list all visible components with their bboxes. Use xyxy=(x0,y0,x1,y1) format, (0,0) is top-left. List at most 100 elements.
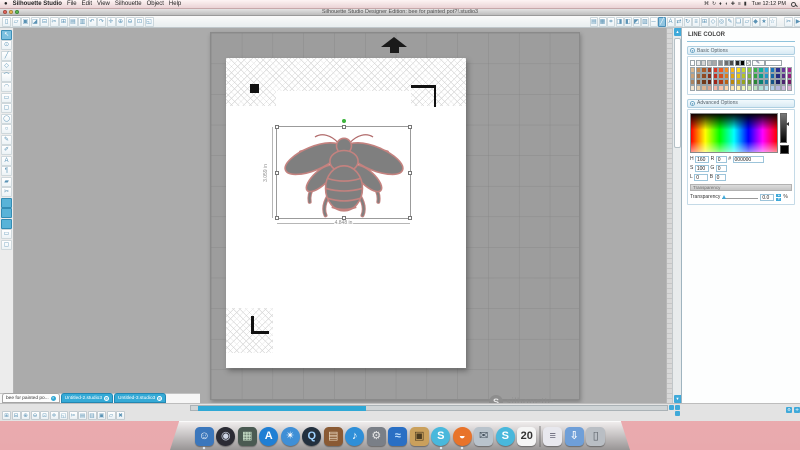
color-swatch[interactable] xyxy=(712,79,718,85)
color-swatch[interactable] xyxy=(718,79,724,85)
tool-arc[interactable]: ◠ xyxy=(1,82,12,92)
color-swatch[interactable] xyxy=(764,79,770,85)
fit-to-page-icon[interactable]: ◱ xyxy=(59,411,68,420)
color-swatch[interactable] xyxy=(758,85,764,91)
color-swatch[interactable] xyxy=(695,73,701,79)
paste-icon[interactable]: ▤ xyxy=(68,17,78,27)
color-swatch[interactable] xyxy=(690,85,696,91)
menu-item[interactable]: File xyxy=(67,0,77,9)
tool-text[interactable]: A xyxy=(1,155,12,166)
fit-to-page-icon[interactable]: ◱ xyxy=(144,17,154,27)
zoom-in-icon[interactable]: ⊕ xyxy=(116,17,125,27)
color-swatch[interactable] xyxy=(781,67,787,73)
color-swatch[interactable] xyxy=(718,67,724,73)
advanced-options-header[interactable]: ▾ Advanced Options xyxy=(687,98,795,108)
color-swatch[interactable] xyxy=(775,85,781,91)
color-swatch[interactable] xyxy=(746,73,753,79)
drag-zoom-icon[interactable]: ⊡ xyxy=(135,17,144,27)
save-icon[interactable]: ▣ xyxy=(21,17,30,27)
menu-item[interactable]: Object xyxy=(147,0,164,9)
select-all-icon[interactable]: ⊞ xyxy=(2,411,11,420)
airplay-icon[interactable]: ✚ xyxy=(731,0,735,9)
color-swatch[interactable] xyxy=(769,73,775,79)
color-swatch[interactable] xyxy=(764,73,770,79)
new-document-icon[interactable]: ▯ xyxy=(2,17,11,27)
distort-icon[interactable]: ◆ xyxy=(751,17,760,27)
photo-booth[interactable]: ▣ xyxy=(409,426,429,446)
color-swatch[interactable] xyxy=(707,85,713,91)
group-icon[interactable]: ▣ xyxy=(97,411,106,420)
color-swatch[interactable] xyxy=(764,85,770,91)
contacts[interactable]: ▤ xyxy=(323,426,343,446)
print-icon[interactable]: ⊟ xyxy=(40,17,49,27)
transform-icon[interactable]: ⇄ xyxy=(675,17,683,27)
calendar[interactable]: 20 xyxy=(517,426,537,446)
wifi-icon[interactable]: ≡ xyxy=(738,0,741,9)
transparency-slider[interactable] xyxy=(722,194,759,200)
color-swatch[interactable] xyxy=(695,85,701,91)
color-swatch[interactable] xyxy=(746,79,753,85)
tool-select[interactable]: ↖ xyxy=(1,29,12,40)
shadow-icon[interactable]: ❏ xyxy=(734,17,743,27)
selection-box[interactable]: 3.059 in 4.848 in xyxy=(263,119,412,226)
app-store[interactable]: A xyxy=(259,426,279,446)
workspace[interactable]: 3.059 in 4.848 in S silhouette xyxy=(14,28,666,403)
tool-eraser[interactable]: ▰ xyxy=(1,176,12,187)
color-swatch[interactable] xyxy=(701,73,707,79)
downloads[interactable]: ⇩ xyxy=(564,426,584,446)
cut-icon[interactable]: ✂ xyxy=(68,411,78,420)
hue-field[interactable]: 160 xyxy=(695,155,710,163)
quick-outline-1[interactable]: ▭ xyxy=(1,229,12,239)
bluetooth-icon[interactable]: ♦ xyxy=(719,0,722,9)
battery-icon[interactable]: ▮ xyxy=(744,0,747,9)
zoom-in-icon[interactable]: ⊕ xyxy=(21,411,30,420)
scroll-corner-buttons[interactable] xyxy=(669,405,681,417)
color-swatch[interactable] xyxy=(735,85,741,91)
collapse-toggle-icon[interactable]: ▾ xyxy=(690,100,695,106)
tool-line[interactable]: ╱ xyxy=(1,50,12,61)
color-swatch[interactable] xyxy=(718,85,724,91)
vertical-scrollbar[interactable]: ▲ ▼ xyxy=(672,28,682,403)
menu-clock[interactable]: Tue 12:12 PM xyxy=(752,0,786,9)
gray-swatch[interactable] xyxy=(706,60,712,66)
trace-icon[interactable]: ✎ xyxy=(726,17,734,27)
menu-item[interactable]: Help xyxy=(169,0,181,9)
drag-zoom-icon[interactable]: ⊡ xyxy=(40,411,49,420)
menu-item[interactable]: Edit xyxy=(82,0,92,9)
cut-icon[interactable]: ✂ xyxy=(49,17,59,27)
lightness-slider[interactable] xyxy=(780,112,789,143)
fill-pattern-icon[interactable]: ▨ xyxy=(641,17,649,27)
gray-swatch[interactable] xyxy=(690,60,695,66)
dock-separator[interactable] xyxy=(538,425,541,447)
color-swatch[interactable] xyxy=(786,73,792,79)
document-tab[interactable]: Untitled-2.studio3 × xyxy=(60,393,114,403)
deselect-all-icon[interactable]: ⊟ xyxy=(11,411,21,420)
gray-swatch[interactable] xyxy=(712,60,718,66)
tool-polygon[interactable]: ◇ xyxy=(1,61,12,71)
color-swatch[interactable] xyxy=(758,67,764,73)
page-orientation-icon[interactable]: ◨ xyxy=(615,17,624,27)
color-swatch[interactable] xyxy=(712,85,718,91)
tool-rounded-rectangle[interactable]: ▢ xyxy=(1,103,12,113)
paste-icon[interactable]: ▥ xyxy=(87,411,97,420)
color-swatch[interactable] xyxy=(769,67,775,73)
color-swatch[interactable] xyxy=(707,67,713,73)
hex-field[interactable]: 000000 xyxy=(732,155,764,163)
zoom-out-icon[interactable]: ⊖ xyxy=(30,411,40,420)
color-swatch[interactable] xyxy=(741,73,747,79)
vertical-scroll-thumb[interactable] xyxy=(674,38,681,148)
time-machine[interactable]: ≈ xyxy=(388,426,408,446)
color-swatch[interactable] xyxy=(758,79,764,85)
lightness-field[interactable]: 0 xyxy=(694,173,709,181)
color-swatch[interactable] xyxy=(735,73,741,79)
tab-close-icon[interactable]: × xyxy=(157,395,163,401)
resize-handle[interactable] xyxy=(275,125,279,129)
quick-fill-teal[interactable] xyxy=(1,208,12,218)
tool-ellipse[interactable]: ◯ xyxy=(1,113,12,124)
apple-menu-icon[interactable]: ● xyxy=(4,0,8,9)
color-swatch[interactable] xyxy=(752,67,758,73)
tool-rectangle[interactable]: ▭ xyxy=(1,92,12,103)
tool-smooth-freehand[interactable]: ✐ xyxy=(1,145,12,155)
color-swatch[interactable] xyxy=(786,67,792,73)
color-swatch[interactable] xyxy=(724,73,730,79)
